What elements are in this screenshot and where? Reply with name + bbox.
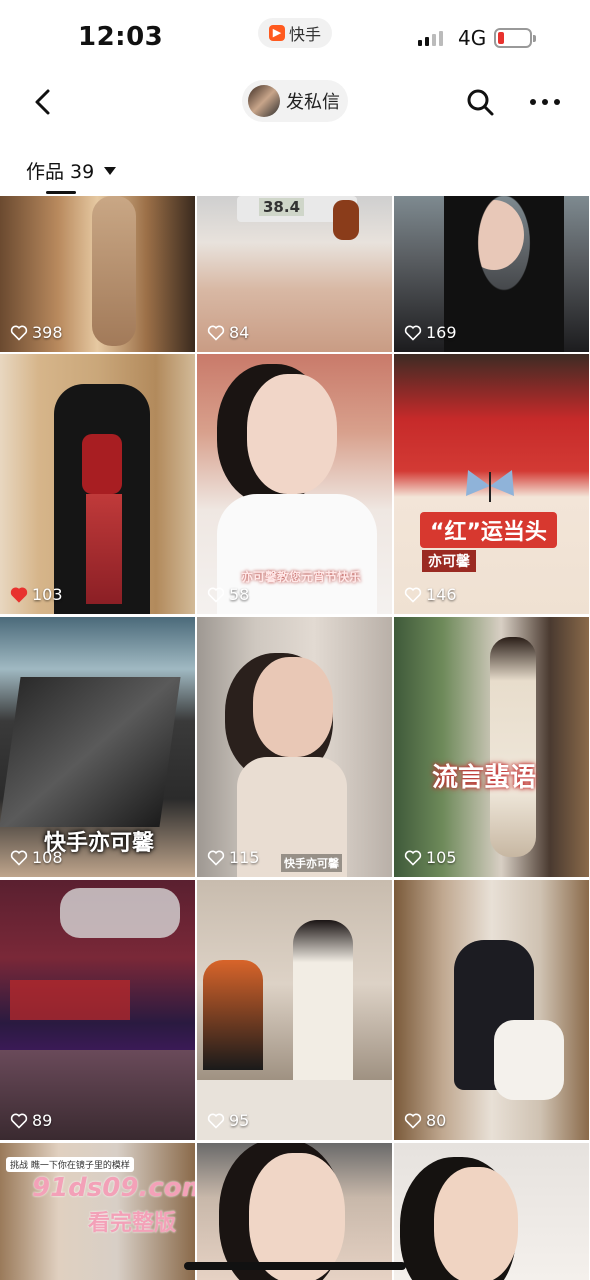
- post-tile[interactable]: 103: [0, 354, 195, 614]
- ad-watermark-sub: 看完整版: [88, 1211, 177, 1236]
- tab-works-label: 作品 39: [26, 160, 95, 183]
- video-caption-sub: 亦可馨: [422, 550, 476, 572]
- post-tile[interactable]: 89: [0, 880, 195, 1140]
- heart-icon: [10, 325, 28, 341]
- like-count: 95: [207, 1111, 249, 1130]
- challenge-caption: 挑战 瞧一下你在镜子里的模样: [6, 1157, 134, 1172]
- ad-watermark: 91ds09.com: [32, 1173, 195, 1203]
- status-time: 12:03: [78, 22, 164, 52]
- like-count: 103: [10, 585, 63, 604]
- video-caption: “红”运当头: [420, 512, 557, 548]
- kuaishou-logo-icon: ▶: [268, 25, 285, 41]
- like-count: 398: [10, 323, 63, 342]
- heart-icon: [207, 587, 225, 603]
- signal-icon: [418, 30, 443, 46]
- post-tile[interactable]: 快手亦可馨 108: [0, 617, 195, 877]
- watermark-caption: 快手亦可馨: [281, 854, 342, 872]
- like-count: 80: [404, 1111, 446, 1130]
- post-tile[interactable]: 95: [197, 880, 392, 1140]
- heart-icon: [404, 325, 422, 341]
- like-count: 115: [207, 848, 260, 867]
- heart-icon: [10, 587, 28, 603]
- post-tile[interactable]: 169: [394, 196, 589, 352]
- like-count: 105: [404, 848, 457, 867]
- heart-icon: [404, 1113, 422, 1129]
- post-tile[interactable]: [197, 1143, 392, 1280]
- thermometer-reading: 38.4: [259, 198, 305, 216]
- tab-indicator: [46, 191, 76, 194]
- like-count: 58: [207, 585, 249, 604]
- like-count: 146: [404, 585, 457, 604]
- back-button[interactable]: [26, 84, 62, 120]
- send-message-label: 发私信: [286, 92, 340, 113]
- more-button[interactable]: [528, 86, 562, 118]
- post-tile[interactable]: 38.4 84: [197, 196, 392, 352]
- like-count: 89: [10, 1111, 52, 1130]
- video-caption: 亦可馨教您元宵节快乐: [241, 570, 362, 584]
- post-tile[interactable]: 快手亦可馨 115: [197, 617, 392, 877]
- network-type: 4G: [458, 26, 487, 50]
- heart-icon: [207, 850, 225, 866]
- post-tile[interactable]: 398: [0, 196, 195, 352]
- like-count: 84: [207, 323, 249, 342]
- post-tile[interactable]: 亦可馨教您元宵节快乐 58: [197, 354, 392, 614]
- video-caption: 流言蜚语: [432, 763, 537, 793]
- post-tile[interactable]: 挑战 瞧一下你在镜子里的模样 91ds09.com 看完整版: [0, 1143, 195, 1280]
- app-name: 快手: [288, 25, 321, 44]
- like-count: 169: [404, 323, 457, 342]
- heart-icon: [10, 850, 28, 866]
- post-tile[interactable]: [394, 1143, 589, 1280]
- post-tile[interactable]: 80: [394, 880, 589, 1140]
- heart-icon: [404, 587, 422, 603]
- post-tile[interactable]: 流言蜚语 105: [394, 617, 589, 877]
- home-indicator: [184, 1262, 406, 1270]
- status-bar: 12:03 ▶ 快手 4G: [0, 0, 590, 78]
- heart-icon: [207, 1113, 225, 1129]
- more-icon: [530, 99, 560, 105]
- back-icon: [35, 89, 50, 115]
- search-button[interactable]: [464, 86, 496, 118]
- top-nav: 发私信: [0, 78, 590, 124]
- battery-icon: [494, 28, 536, 48]
- search-icon: [467, 89, 494, 116]
- heart-icon: [207, 325, 225, 341]
- heart-icon: [404, 850, 422, 866]
- post-tile[interactable]: “红”运当头 亦可馨 146: [394, 354, 589, 614]
- app-indicator: ▶ 快手: [258, 18, 332, 48]
- heart-icon: [10, 1113, 28, 1129]
- butterfly-icon: [466, 470, 514, 502]
- tab-works[interactable]: 作品 39: [26, 154, 117, 186]
- avatar: [248, 85, 280, 117]
- send-message-button[interactable]: 发私信: [242, 80, 348, 122]
- like-count: 108: [10, 848, 63, 867]
- caret-down-icon: [104, 167, 117, 175]
